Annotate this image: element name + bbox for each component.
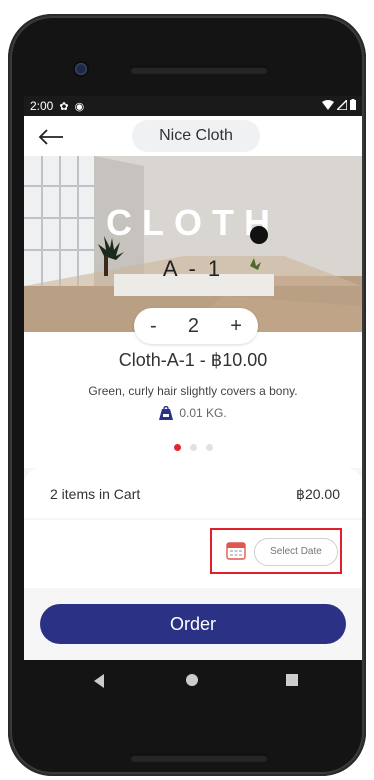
hero-title: CLOTH — [106, 202, 280, 243]
increase-button[interactable]: + — [230, 315, 242, 338]
status-time: 2:00 — [30, 99, 54, 113]
page-title: Nice Cloth — [132, 120, 260, 152]
order-button-label: Order — [169, 613, 216, 634]
hero-subtitle: A - 1 — [162, 256, 224, 281]
arrow-left-icon[interactable] — [38, 128, 64, 146]
hero-decoration — [250, 226, 268, 244]
earpiece-speaker — [130, 66, 268, 74]
status-indicators — [322, 99, 356, 110]
bottom-speaker — [130, 754, 268, 762]
settings-icon: ✿ — [59, 100, 69, 113]
cart-summary: 2 items in Cart ฿20.00 — [24, 468, 362, 518]
weight-icon — [159, 406, 174, 420]
room-illustration — [24, 156, 362, 332]
select-date-input[interactable] — [254, 538, 338, 566]
status-bar: 2:00 ✿ ◉ — [24, 96, 362, 116]
carousel-indicator — [24, 444, 362, 451]
sync-icon: ◉ — [74, 100, 85, 113]
wifi-icon — [322, 99, 334, 110]
quantity-value: 2 — [187, 314, 200, 337]
product-description: Green, curly hair slightly covers a bony… — [88, 384, 298, 398]
carousel-dot-active[interactable] — [173, 444, 181, 451]
cart-total: ฿20.00 — [296, 486, 340, 502]
cart-count: 2 items in Cart — [50, 486, 141, 502]
weight-value: 0.01 KG. — [179, 406, 227, 420]
nav-recent-icon[interactable] — [286, 674, 298, 686]
app-bar: Nice Cloth — [24, 116, 362, 156]
signal-icon — [337, 99, 347, 110]
carousel-dot[interactable] — [205, 444, 213, 451]
battery-icon — [350, 99, 356, 110]
decrease-button[interactable]: - — [150, 315, 157, 338]
product-weight: 0.01 KG. — [24, 406, 362, 420]
order-button[interactable]: Order — [40, 604, 346, 644]
calendar-icon[interactable] — [226, 540, 246, 560]
quantity-stepper: - 2 + — [134, 308, 258, 344]
page-title-text: Nice Cloth — [159, 127, 233, 144]
nav-home-icon[interactable] — [186, 674, 198, 686]
product-name: Cloth-A-1 - ฿10.00 — [118, 350, 268, 370]
carousel-dot[interactable] — [189, 444, 197, 451]
nav-back-icon[interactable] — [94, 674, 104, 688]
product-image: CLOTH A - 1 — [24, 156, 362, 332]
system-nav-bar — [24, 660, 362, 702]
app-screen: 2:00 ✿ ◉ Nice Cloth CLOTH A - 1 - 2 + Cl… — [24, 96, 362, 660]
front-camera — [75, 63, 87, 75]
